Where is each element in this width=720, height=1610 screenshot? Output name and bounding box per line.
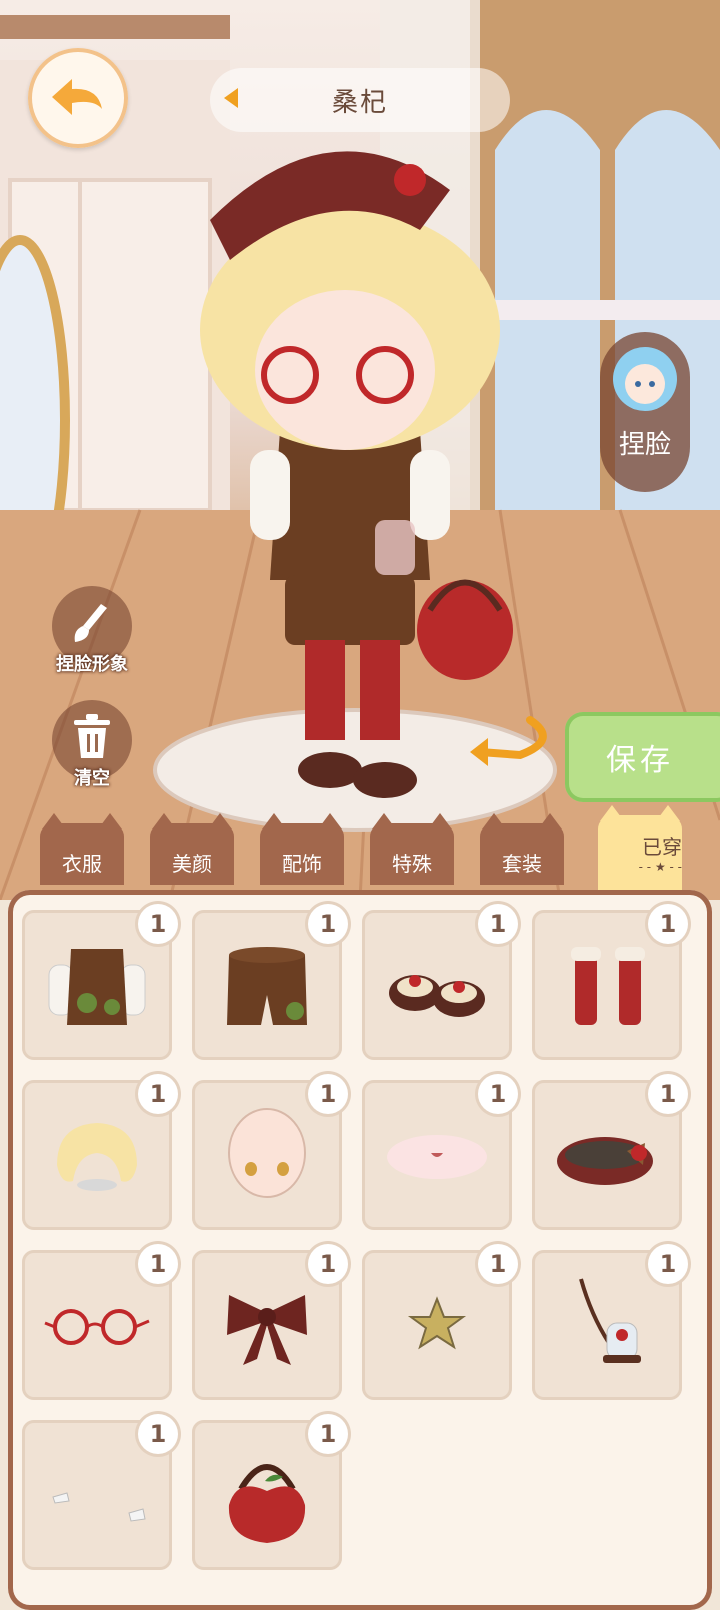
save-button[interactable]: 保存 <box>565 712 720 802</box>
apple-bag-icon <box>228 1464 306 1543</box>
tab-worn[interactable]: 已穿 - - ★ - - <box>598 805 682 897</box>
tab-sets[interactable]: 套装 <box>480 813 564 885</box>
item-count: 1 <box>138 1244 178 1284</box>
item-slot[interactable]: 1 <box>192 904 348 1060</box>
face-image-label: 捏脸形象 <box>56 654 128 675</box>
socks-icon <box>571 947 645 1025</box>
item-count: 1 <box>308 1074 348 1114</box>
star-badge-icon <box>407 1296 467 1350</box>
face-base-icon <box>228 1108 306 1198</box>
item-count: 1 <box>138 1074 178 1114</box>
shorts-icon <box>227 947 307 1025</box>
round-glasses-icon <box>44 1309 150 1345</box>
item-slot[interactable]: 1 <box>192 1244 348 1400</box>
item-slot[interactable]: 1 <box>532 904 688 1060</box>
rose-jar-bag-icon <box>579 1278 641 1363</box>
item-count: 1 <box>308 1414 348 1454</box>
tab-beauty[interactable]: 美颜 <box>150 813 234 885</box>
item-slot[interactable]: 1 <box>532 1244 688 1400</box>
face-edit-button[interactable]: 捏脸 <box>600 332 690 492</box>
item-slot[interactable]: 1 <box>362 904 518 1060</box>
mouth-icon <box>387 1135 487 1179</box>
item-count: 1 <box>478 904 518 944</box>
beret-hat-icon <box>557 1137 653 1185</box>
item-count: 1 <box>478 1074 518 1114</box>
item-slot[interactable]: 1 <box>22 1074 178 1230</box>
item-slot[interactable]: 1 <box>192 1074 348 1230</box>
brush-icon <box>74 604 107 642</box>
item-count: 1 <box>648 904 688 944</box>
face-image-button[interactable]: 捏脸形象 <box>52 586 132 675</box>
tab-clothes[interactable]: 衣服 <box>40 813 124 885</box>
blonde-hair-icon <box>57 1123 137 1191</box>
gloves-icon <box>52 1492 146 1522</box>
item-count: 1 <box>478 1244 518 1284</box>
item-slot[interactable]: 1 <box>532 1074 688 1230</box>
item-slot[interactable]: 1 <box>22 1414 178 1570</box>
character-name-pill[interactable]: 桑杞 <box>210 68 510 132</box>
back-button[interactable] <box>28 48 128 148</box>
item-count: 1 <box>138 904 178 944</box>
item-count: 1 <box>648 1074 688 1114</box>
tab-special[interactable]: 特殊 <box>370 813 454 885</box>
item-count: 1 <box>308 1244 348 1284</box>
avatar-icon <box>613 347 677 411</box>
vest-top-icon <box>48 949 146 1025</box>
star-icon: - - ★ - - <box>638 859 682 874</box>
bow-icon <box>227 1295 307 1365</box>
worn-items-panel: 1 1 1 1 1 1 1 1 1 1 1 1 1 1 <box>8 890 712 1610</box>
shoes-icon <box>389 975 485 1017</box>
clear-label: 清空 <box>74 768 110 789</box>
tab-accessories[interactable]: 配饰 <box>260 813 344 885</box>
back-arrow-icon <box>52 79 102 115</box>
item-slot[interactable]: 1 <box>192 1414 348 1570</box>
item-count: 1 <box>308 904 348 944</box>
name-arrow-icon <box>224 88 238 108</box>
item-slot[interactable]: 1 <box>22 904 178 1060</box>
save-label: 保存 <box>606 743 674 778</box>
item-count: 1 <box>648 1244 688 1284</box>
item-slot[interactable]: 1 <box>22 1244 178 1400</box>
item-slot[interactable]: 1 <box>362 1244 518 1400</box>
category-tabs: 衣服 美颜 配饰 特殊 套装 已穿 - - ★ - - <box>0 805 720 897</box>
item-count: 1 <box>138 1414 178 1454</box>
character-name: 桑杞 <box>331 87 388 118</box>
face-edit-label: 捏脸 <box>618 430 671 460</box>
item-slot[interactable]: 1 <box>362 1074 518 1230</box>
trash-icon <box>74 714 110 758</box>
clear-button[interactable]: 清空 <box>52 700 132 789</box>
